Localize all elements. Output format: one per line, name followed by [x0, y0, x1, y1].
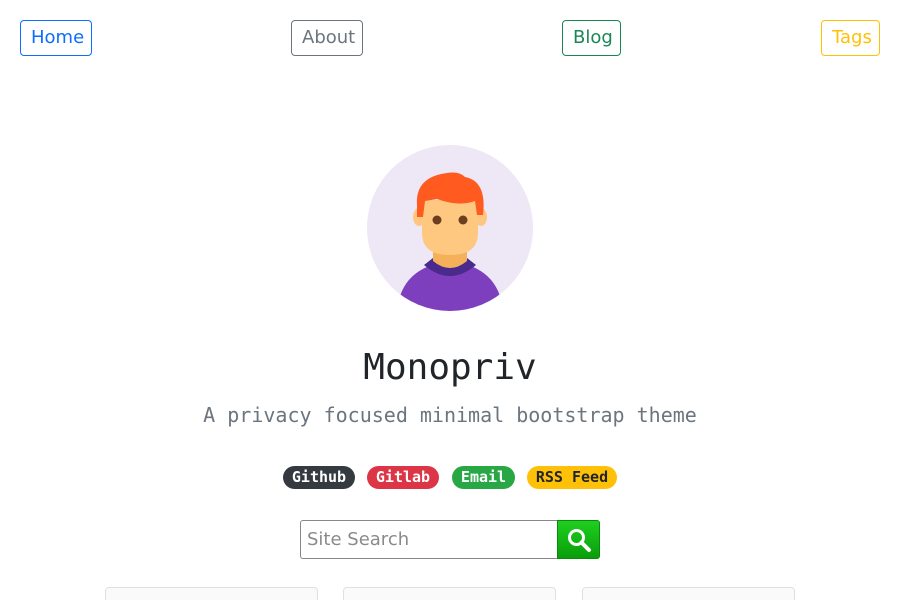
post-card[interactable]	[582, 587, 795, 600]
post-card[interactable]	[343, 587, 556, 600]
nav-about-button[interactable]: About	[291, 20, 363, 56]
rss-feed-badge[interactable]: RSS Feed	[527, 466, 617, 489]
nav-tags-button[interactable]: Tags	[821, 20, 880, 56]
gitlab-badge[interactable]: Gitlab	[367, 466, 439, 489]
page-subtitle: A privacy focused minimal bootstrap them…	[203, 403, 697, 427]
email-badge[interactable]: Email	[452, 466, 515, 489]
search-icon	[567, 528, 591, 552]
search-input[interactable]	[300, 520, 558, 559]
github-badge[interactable]: Github	[283, 466, 355, 489]
search-button[interactable]	[557, 520, 600, 559]
post-card[interactable]	[105, 587, 318, 600]
nav-blog-button[interactable]: Blog	[562, 20, 621, 56]
avatar	[367, 145, 533, 311]
social-badges: Github Gitlab Email RSS Feed	[0, 466, 900, 489]
page: Home About Blog Tags Monopriv A privacy …	[0, 0, 900, 600]
avatar-person-icon	[367, 145, 533, 311]
page-title: Monopriv	[363, 347, 537, 388]
nav-home-button[interactable]: Home	[20, 20, 92, 56]
